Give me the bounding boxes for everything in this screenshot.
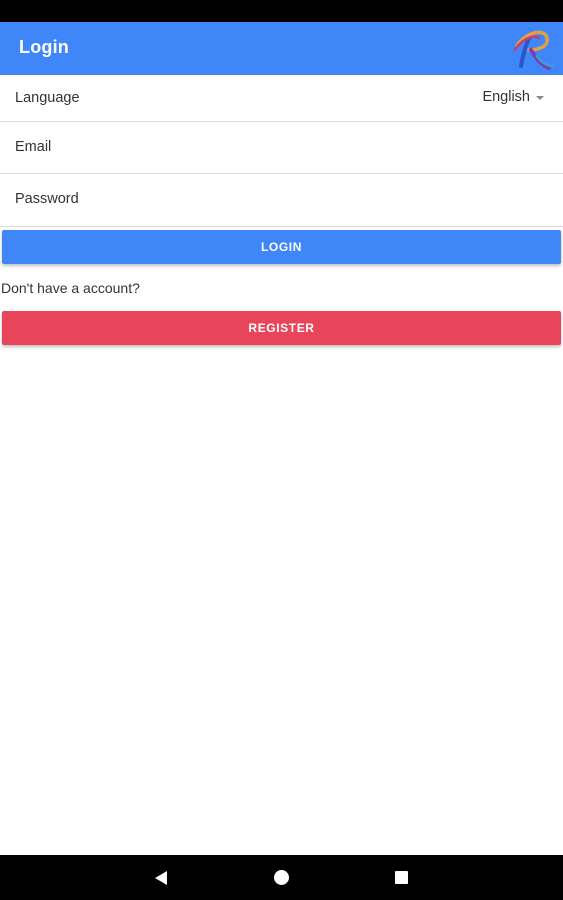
page-title: Login xyxy=(19,37,69,57)
home-circle-icon[interactable] xyxy=(274,870,289,885)
language-select[interactable]: English xyxy=(482,89,544,105)
status-bar xyxy=(0,0,563,22)
app-logo-icon xyxy=(513,30,555,70)
recents-square-icon[interactable] xyxy=(395,871,408,884)
email-field[interactable] xyxy=(0,122,563,173)
app-bar: Login xyxy=(0,22,563,75)
chevron-down-icon xyxy=(536,96,544,100)
language-selected-value: English xyxy=(482,89,530,105)
language-label: Language xyxy=(15,90,80,106)
register-button[interactable]: REGISTER xyxy=(2,311,561,345)
login-button[interactable]: LOGIN xyxy=(2,230,561,264)
register-prompt: Don't have a account? xyxy=(1,280,140,296)
password-field[interactable] xyxy=(0,174,563,226)
password-row: Password xyxy=(0,174,563,227)
back-triangle-icon[interactable] xyxy=(155,871,167,885)
language-row: Language English xyxy=(0,75,563,122)
system-nav-bar xyxy=(0,855,563,900)
email-row: Email xyxy=(0,122,563,174)
